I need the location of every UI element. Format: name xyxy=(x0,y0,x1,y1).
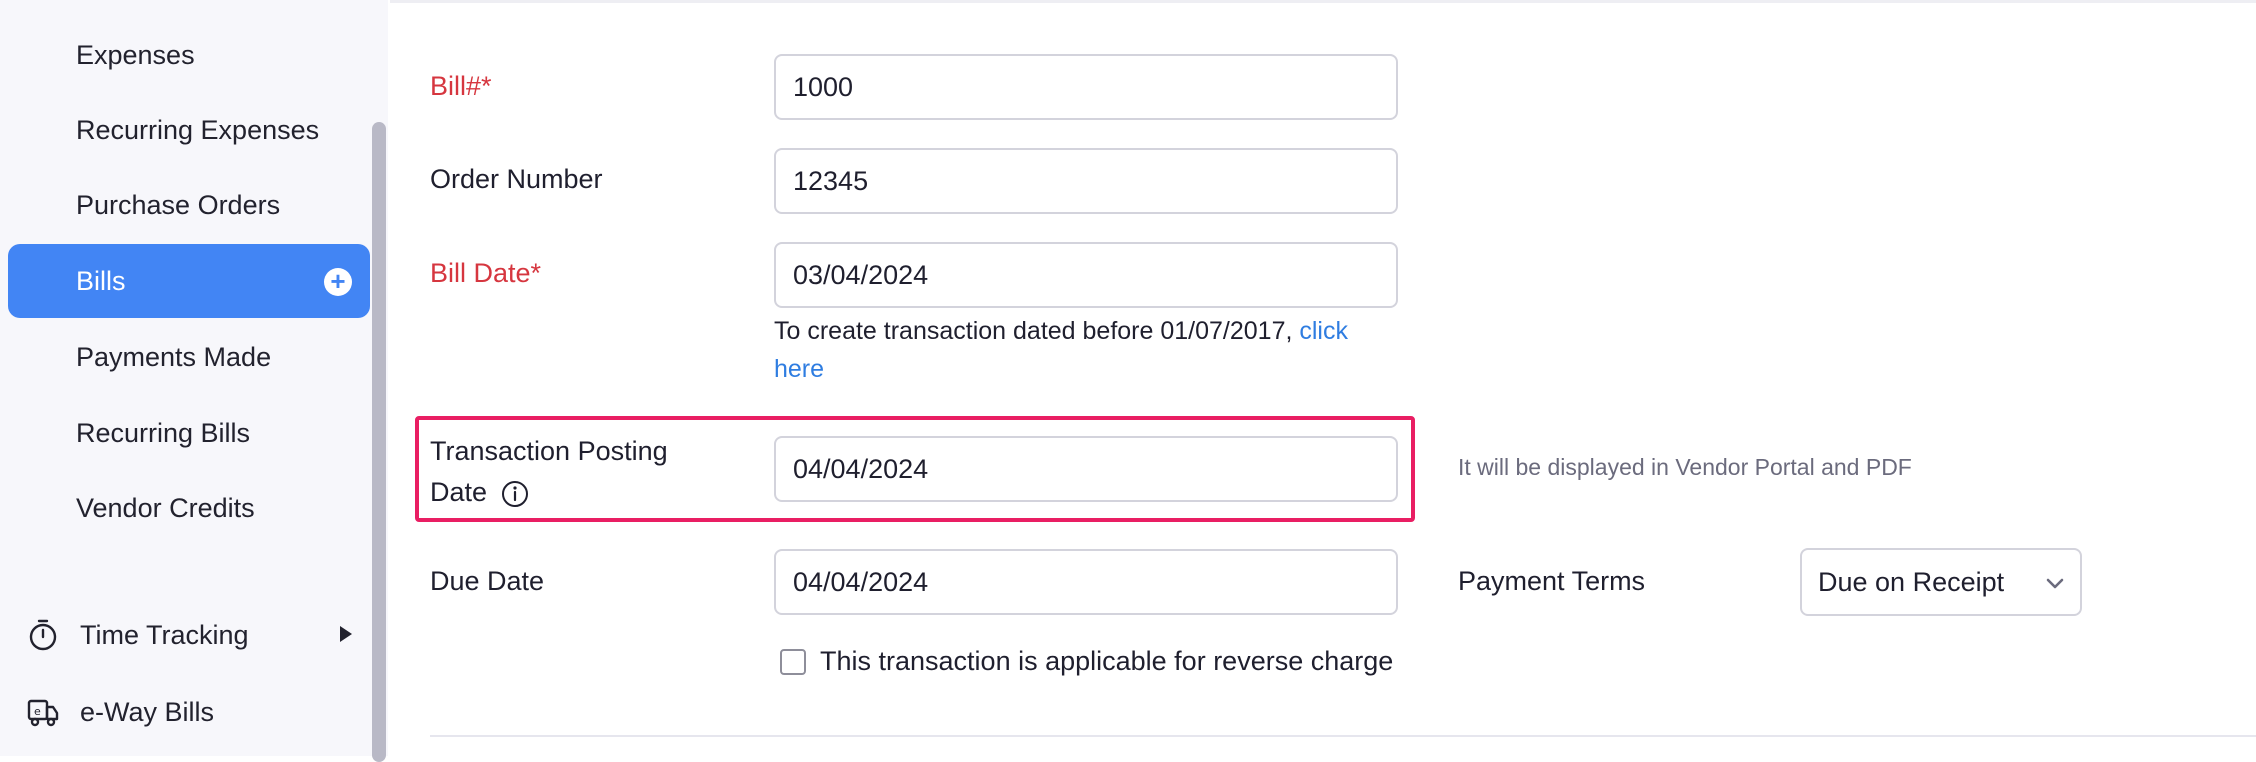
sidebar-item-label: Purchase Orders xyxy=(76,189,281,220)
divider xyxy=(430,735,2256,737)
bill-date-input[interactable]: 03/04/2024 xyxy=(774,242,1398,308)
svg-text:e: e xyxy=(34,705,41,718)
sidebar-group-label: Time Tracking xyxy=(80,619,249,650)
sidebar-item-bills[interactable]: Bills + xyxy=(8,244,370,318)
sidebar-group-time-tracking[interactable]: Time Tracking xyxy=(26,605,366,665)
bill-date-label: Bill Date* xyxy=(430,258,542,288)
sidebar-item-payments-made[interactable]: Payments Made xyxy=(8,320,370,394)
bill-number-label: Bill#* xyxy=(430,71,492,101)
bill-date-hint: To create transaction dated before 01/07… xyxy=(774,312,1404,388)
sidebar-item-label: Vendor Credits xyxy=(76,492,255,523)
payment-terms-value: Due on Receipt xyxy=(1818,566,2005,597)
sidebar-item-label: Recurring Bills xyxy=(76,417,251,448)
sidebar-item-label: Bills xyxy=(76,265,126,296)
due-date-input[interactable]: 04/04/2024 xyxy=(774,549,1398,615)
sidebar-group-eway-bills[interactable]: e e-Way Bills xyxy=(26,682,366,742)
posting-date-note: It will be displayed in Vendor Portal an… xyxy=(1458,454,1912,480)
sidebar-item-purchase-orders[interactable]: Purchase Orders xyxy=(8,168,370,242)
add-bill-icon[interactable]: + xyxy=(324,268,352,296)
payment-terms-select[interactable]: Due on Receipt xyxy=(1800,548,2082,616)
truck-icon: e xyxy=(27,699,59,727)
sidebar-scrollbar[interactable] xyxy=(372,122,386,762)
transaction-posting-date-label-text: Transaction Posting Date xyxy=(430,436,668,507)
sidebar-item-label: Payments Made xyxy=(76,341,272,372)
sidebar-group-label: e-Way Bills xyxy=(80,696,215,727)
sidebar-item-label: Recurring Expenses xyxy=(76,114,320,145)
reverse-charge-row: This transaction is applicable for rever… xyxy=(780,646,1393,677)
sidebar-item-label: Expenses xyxy=(76,39,195,70)
info-icon[interactable] xyxy=(501,480,529,508)
stopwatch-icon xyxy=(29,619,57,651)
order-number-input[interactable]: 12345 xyxy=(774,148,1398,214)
sidebar-item-recurring-expenses[interactable]: Recurring Expenses xyxy=(8,93,370,167)
payment-terms-label: Payment Terms xyxy=(1458,566,1646,596)
caret-right-icon xyxy=(340,626,352,642)
divider xyxy=(390,0,2256,3)
transaction-posting-date-input[interactable]: 04/04/2024 xyxy=(774,436,1398,502)
order-number-label: Order Number xyxy=(430,164,603,194)
sidebar-item-expenses[interactable]: Expenses xyxy=(8,18,370,92)
reverse-charge-label[interactable]: This transaction is applicable for rever… xyxy=(820,646,1393,677)
bill-date-hint-text: To create transaction dated before 01/07… xyxy=(774,317,1293,345)
sidebar-item-recurring-bills[interactable]: Recurring Bills xyxy=(8,396,370,470)
transaction-posting-date-label: Transaction Posting Date xyxy=(430,431,700,513)
reverse-charge-checkbox[interactable] xyxy=(780,648,806,675)
sidebar: Expenses Recurring Expenses Purchase Ord… xyxy=(0,0,388,756)
due-date-label: Due Date xyxy=(430,566,545,596)
sidebar-item-vendor-credits[interactable]: Vendor Credits xyxy=(8,471,370,545)
bill-number-input[interactable]: 1000 xyxy=(774,54,1398,120)
chevron-down-icon xyxy=(2046,578,2064,589)
